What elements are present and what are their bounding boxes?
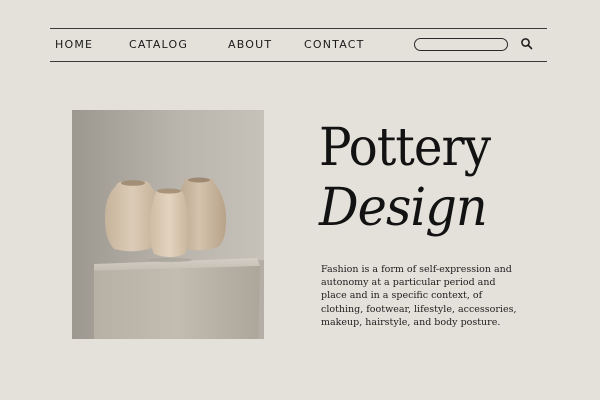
hero-title-line-1: Pottery (319, 118, 491, 178)
nav-catalog-link[interactable]: CATALOG (129, 38, 188, 51)
nav-contact-link[interactable]: CONTACT (304, 38, 365, 51)
search-icon[interactable] (520, 37, 534, 51)
nav-home-link[interactable]: HOME (55, 38, 93, 51)
hero-title: Pottery Design (319, 118, 503, 238)
nav-about-link[interactable]: ABOUT (228, 38, 272, 51)
pottery-photo (72, 110, 264, 339)
search-input[interactable] (414, 38, 508, 51)
hero-title-line-2: Design (319, 178, 488, 238)
hero-description: Fashion is a form of self-expression and… (321, 264, 517, 328)
top-navigation: HOME CATALOG ABOUT CONTACT (50, 28, 547, 62)
